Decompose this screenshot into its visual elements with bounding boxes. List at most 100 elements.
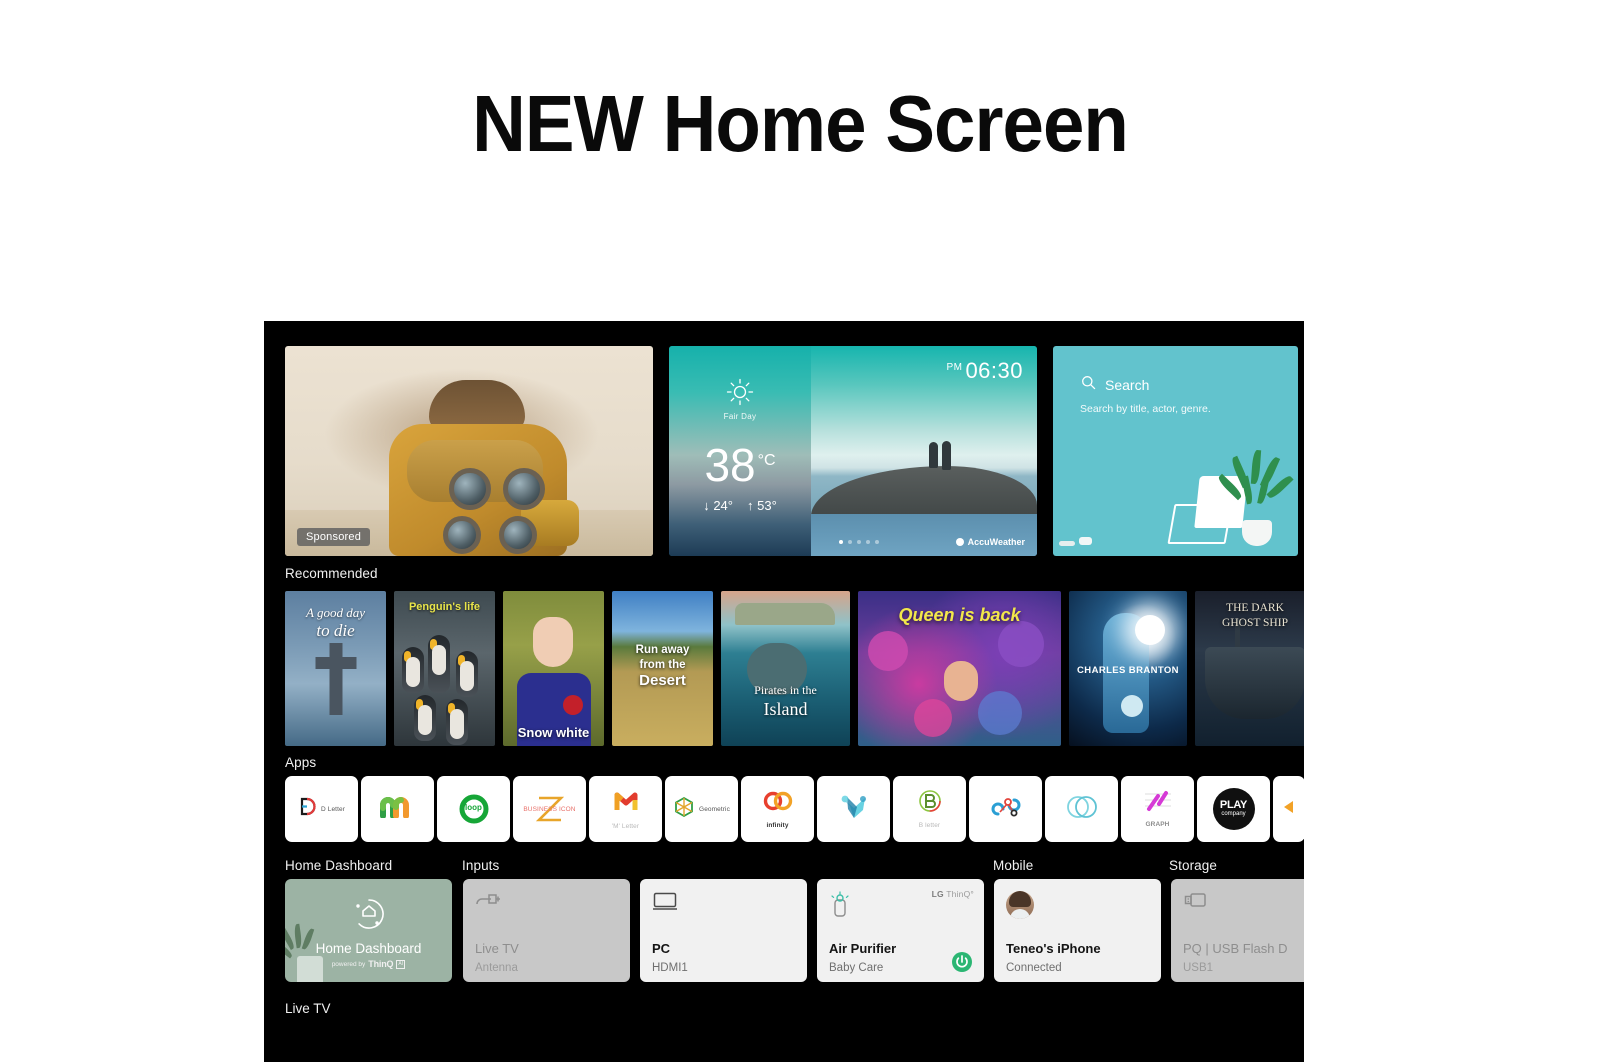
- app-label: D Letter: [321, 805, 345, 813]
- sun-icon: [726, 378, 754, 406]
- apps-section-label: Apps: [285, 755, 317, 770]
- screenshot-root: NEW Home Screen Sponsored Fair Day 38 °C…: [0, 0, 1600, 1062]
- tile-subtitle: Connected: [1006, 962, 1062, 974]
- app-tile[interactable]: [1045, 776, 1118, 842]
- app-tile[interactable]: BUSINESS ICON: [513, 776, 586, 842]
- poster-card[interactable]: Pirates in the Island: [721, 591, 850, 746]
- live-tv-input-tile[interactable]: Live TV Antenna: [463, 879, 630, 982]
- search-label: Search: [1105, 377, 1150, 393]
- z-business-icon: BUSINESS ICON: [520, 792, 580, 826]
- app-label: B letter: [918, 822, 941, 829]
- carousel-dots[interactable]: [839, 540, 879, 544]
- mobile-device-tile[interactable]: Teneo's iPhone Connected: [994, 879, 1161, 982]
- poster-card[interactable]: Penguin's life: [394, 591, 495, 746]
- air-purifier-icon: [829, 891, 851, 924]
- search-header[interactable]: Search: [1081, 375, 1149, 395]
- play-company-icon: PLAY company: [1212, 788, 1255, 830]
- app-tile[interactable]: [817, 776, 890, 842]
- apps-row: D Letter loop BUSINESS ICON 'M' Letter G…: [285, 776, 1304, 842]
- sponsored-ad-card[interactable]: Sponsored: [285, 346, 653, 556]
- app-tile[interactable]: infinity: [741, 776, 814, 842]
- weather-condition: Fair Day: [723, 412, 757, 421]
- powered-by-thinq: powered by ThinQ AI: [285, 959, 452, 969]
- plant-decoration: [1216, 449, 1294, 546]
- poster-title-line1: A good day: [306, 605, 365, 620]
- app-tile[interactable]: [969, 776, 1042, 842]
- poster-card[interactable]: Run away from the Desert: [612, 591, 713, 746]
- inputs-group-label: Inputs: [462, 858, 500, 873]
- tile-title: Air Purifier: [829, 941, 897, 956]
- recommended-section-label: Recommended: [285, 566, 378, 581]
- storage-device-tile[interactable]: PQ | USB Flash D USB1: [1171, 879, 1304, 982]
- search-card[interactable]: Search Search by title, actor, genre.: [1053, 346, 1298, 556]
- desk-objects: [1059, 536, 1093, 546]
- app-tile[interactable]: B letter: [893, 776, 966, 842]
- sponsored-badge: Sponsored: [297, 528, 371, 546]
- app-tile[interactable]: loop: [437, 776, 510, 842]
- usb-icon: [1183, 891, 1209, 914]
- app-tile-partial[interactable]: [1273, 776, 1304, 842]
- loop-icon: loop: [458, 793, 490, 825]
- b-letter-icon: [918, 789, 942, 818]
- poster-card[interactable]: Snow white: [503, 591, 604, 746]
- mobile-group-label: Mobile: [993, 858, 1034, 873]
- tile-subtitle: Baby Care: [829, 962, 884, 974]
- app-label: GRAPH: [1145, 821, 1170, 828]
- poster-title-lines: Run away from the Desert: [612, 643, 713, 690]
- poster-card[interactable]: Queen is back: [858, 591, 1061, 746]
- page-title: NEW Home Screen: [472, 79, 1129, 168]
- home-dashboard-title: Home Dashboard: [315, 941, 422, 956]
- double-circle-icon: [1065, 793, 1099, 826]
- lg-thinq-brand: LG ThinQ°: [931, 889, 974, 899]
- pc-input-tile[interactable]: PC HDMI1: [640, 879, 807, 982]
- d-letter-icon: [298, 797, 317, 821]
- home-dashboard-tile[interactable]: Home Dashboard powered by ThinQ AI: [285, 879, 452, 982]
- app-tile[interactable]: D Letter: [285, 776, 358, 842]
- weather-info-panel: Fair Day 38 °C ↓ 24° ↑ 53°: [669, 346, 811, 556]
- antenna-icon: [475, 891, 501, 916]
- poster-title-line3: Desert: [639, 672, 686, 689]
- accuweather-logo: AccuWeather: [955, 537, 1025, 547]
- tile-title: PC: [652, 941, 671, 956]
- poster-title-line1: Snow white: [517, 725, 590, 740]
- weather-widget-card[interactable]: Fair Day 38 °C ↓ 24° ↑ 53° PM 06:30 AccuWea…: [669, 346, 1037, 556]
- dashboard-row: Home Dashboard powered by ThinQ AI Live TV: [285, 879, 1304, 982]
- poster-title-line2: to die: [316, 621, 355, 640]
- infinity-rings-icon: [763, 789, 793, 818]
- weather-high: ↑ 53°: [747, 498, 777, 513]
- recommended-row: A good day to die Penguin's life Snow wh…: [285, 591, 1304, 746]
- home-dashboard-icon: [352, 897, 386, 936]
- tv-home-screen-panel: Sponsored Fair Day 38 °C ↓ 24° ↑ 53° PM …: [264, 321, 1304, 1062]
- app-tile[interactable]: Geometric: [665, 776, 738, 842]
- clock: PM 06:30: [946, 358, 1023, 383]
- poster-title-line2: from the: [639, 659, 686, 671]
- storage-group-label: Storage: [1169, 858, 1217, 873]
- poster-card[interactable]: CHARLES BRANTON: [1069, 591, 1187, 746]
- poster-title-line1: Queen is back: [898, 605, 1021, 625]
- power-icon[interactable]: [952, 952, 972, 972]
- molecule-icon: [991, 794, 1021, 825]
- poster-title-lines: THE DARK GHOST SHIP: [1195, 601, 1304, 631]
- tile-subtitle: USB1: [1183, 962, 1214, 974]
- app-tile[interactable]: GRAPH: [1121, 776, 1194, 842]
- app-label: infinity: [766, 822, 789, 829]
- m-letter-icon: [613, 788, 639, 819]
- poster-title-line1: Penguin's life: [408, 601, 481, 613]
- weather-hi-lo: ↓ 24° ↑ 53°: [669, 498, 811, 513]
- air-purifier-tile[interactable]: LG ThinQ° Air Purifier Baby Care: [817, 879, 984, 982]
- poster-title-line1: Run away: [635, 644, 690, 656]
- poster-card[interactable]: A good day to die: [285, 591, 386, 746]
- poster-card[interactable]: THE DARK GHOST SHIP: [1195, 591, 1304, 746]
- poster-title-line1: THE DARK: [1226, 602, 1284, 614]
- live-tv-section-label: Live TV: [285, 1001, 331, 1016]
- tile-subtitle: HDMI1: [652, 962, 688, 974]
- app-tile[interactable]: 'M' Letter: [589, 776, 662, 842]
- poster-title-line2: GHOST SHIP: [1222, 617, 1288, 629]
- tile-title: Teneo's iPhone: [1006, 941, 1101, 956]
- tile-subtitle: Antenna: [475, 962, 518, 974]
- search-icon: [1081, 375, 1096, 395]
- bird-origami-icon: [839, 793, 869, 826]
- app-tile[interactable]: PLAY company: [1197, 776, 1270, 842]
- app-tile[interactable]: [361, 776, 434, 842]
- graph-icon: [1143, 790, 1173, 817]
